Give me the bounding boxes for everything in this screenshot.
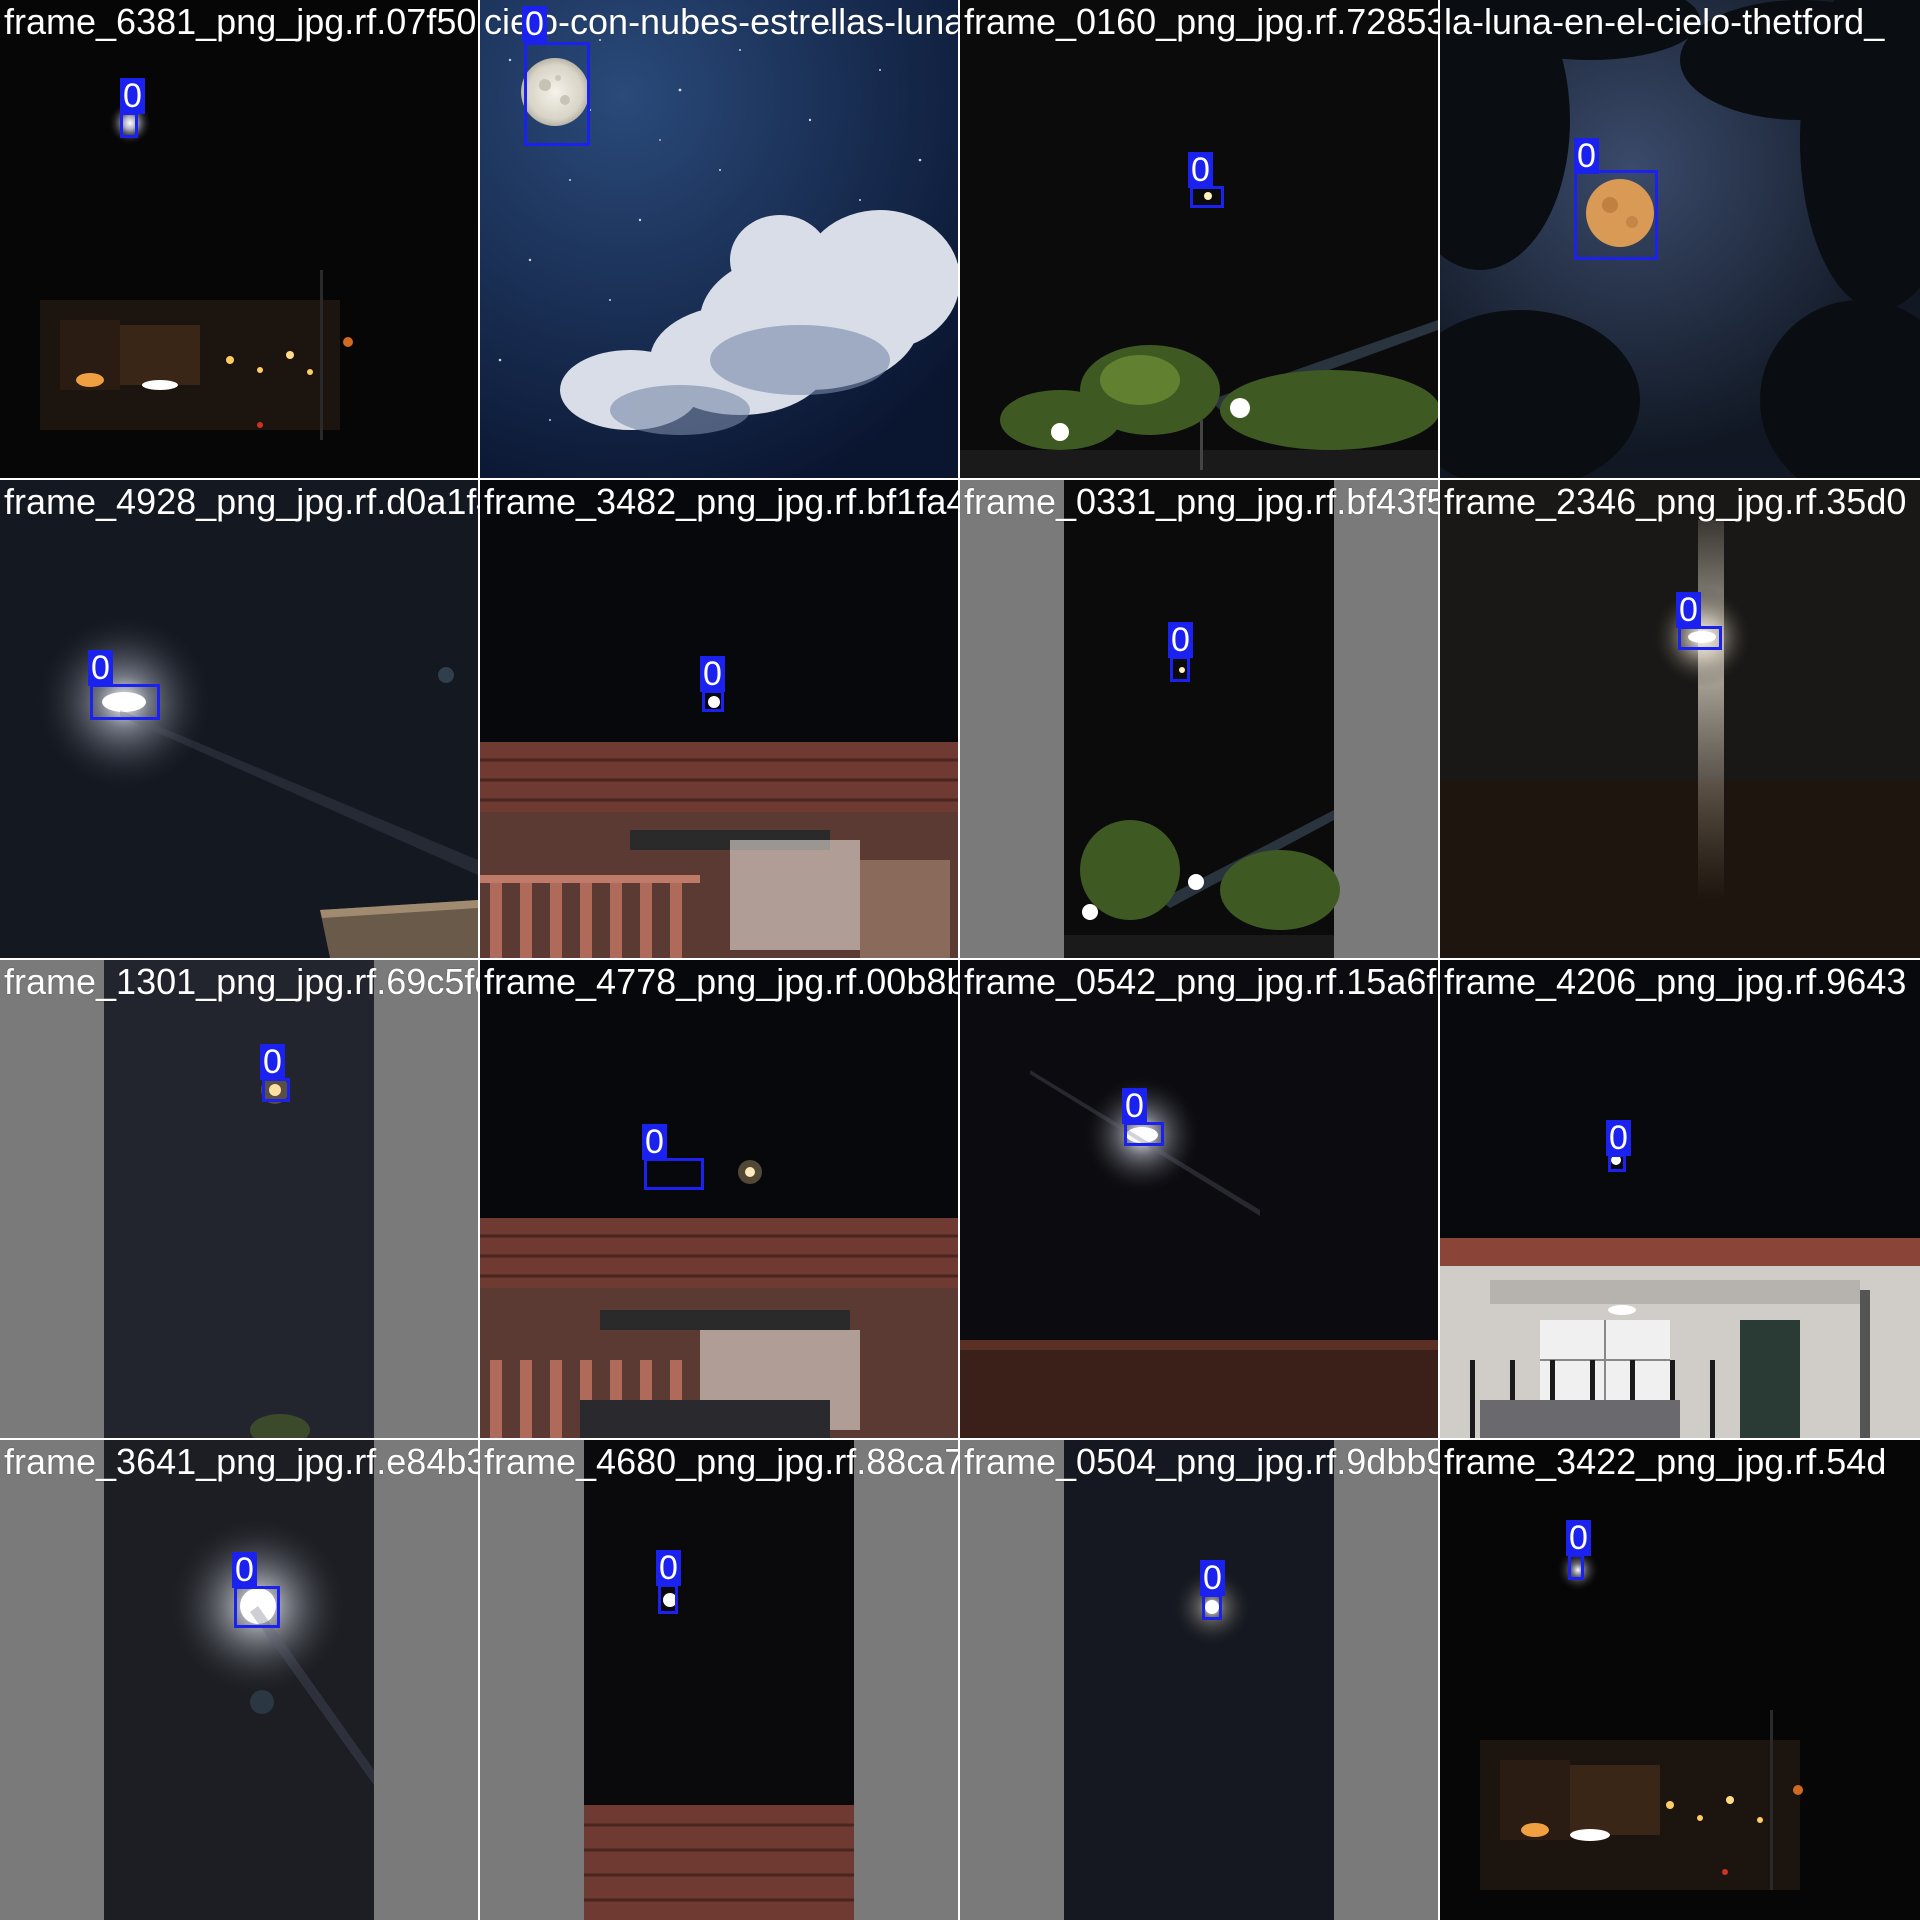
- class-label: 0: [1168, 622, 1193, 658]
- class-label: 0: [1188, 152, 1213, 188]
- scene-dark-pillar-2: [960, 1440, 1438, 1920]
- scene-light-beam: [1440, 480, 1920, 958]
- class-label: 0: [120, 78, 145, 114]
- bounding-box: [1678, 626, 1722, 650]
- tile-2: cielo-con-nubes-estrellas-luna-y-nubes 0: [480, 0, 958, 478]
- bounding-box: [1568, 1554, 1584, 1580]
- tile-1: frame_6381_png_jpg.rf.07f50704f3daf33e52…: [0, 0, 478, 478]
- class-label: 0: [232, 1552, 257, 1588]
- class-label: 0: [1676, 592, 1701, 628]
- tile-7: frame_0331_png_jpg.rf.bf43f5197c2376c896…: [960, 480, 1438, 958]
- scene-park-lights: [960, 0, 1438, 478]
- class-label: 0: [1606, 1120, 1631, 1156]
- class-label: 0: [1122, 1088, 1147, 1124]
- bounding-box: [1124, 1122, 1164, 1146]
- tile-10: frame_4778_png_jpg.rf.00b8b94e045a2dc6e …: [480, 960, 958, 1438]
- tile-4: la-luna-en-el-cielo-thetford_ 0: [1440, 0, 1920, 478]
- bounding-box: [1190, 186, 1224, 208]
- scene-roof-moon: [480, 480, 958, 958]
- bounding-box: [702, 690, 724, 712]
- scene-bright-moon-pillar: [0, 1440, 478, 1920]
- scene-house-facade: [1440, 960, 1920, 1438]
- tile-12: frame_4206_png_jpg.rf.9643 0: [1440, 960, 1920, 1438]
- tile-5: frame_4928_png_jpg.rf.d0a1f40039443322b7…: [0, 480, 478, 958]
- tile-14: frame_4680_png_jpg.rf.88ca74be368d4c36c9…: [480, 1440, 958, 1920]
- bounding-box: [524, 42, 590, 146]
- class-label: 0: [1200, 1560, 1225, 1596]
- class-label: 0: [522, 6, 547, 42]
- bounding-box: [1574, 170, 1658, 260]
- bounding-box: [90, 684, 160, 720]
- tile-3: frame_0160_png_jpg.rf.72853adfaae50a4cc6…: [960, 0, 1438, 478]
- scene-dark-streak: [960, 960, 1438, 1438]
- tile-9: frame_1301_png_jpg.rf.69c5fd39e3b4786a38…: [0, 960, 478, 1438]
- detection-grid: frame_6381_png_jpg.rf.07f50704f3daf33e52…: [0, 0, 1920, 1920]
- bounding-box: [644, 1158, 704, 1190]
- scene-glow-sky: [0, 480, 478, 958]
- scene-roof-pillar: [480, 1440, 958, 1920]
- bounding-box: [1170, 656, 1190, 682]
- scene-park-lights-pillar: [960, 480, 1438, 958]
- tile-6: frame_3482_png_jpg.rf.bf1fa4702c0353555 …: [480, 480, 958, 958]
- bounding-box: [120, 112, 138, 138]
- class-label: 0: [1574, 138, 1599, 174]
- scene-orange-moon-trees: [1440, 0, 1920, 478]
- class-label: 0: [656, 1550, 681, 1586]
- tile-16: frame_3422_png_jpg.rf.54d 0: [1440, 1440, 1920, 1920]
- class-label: 0: [642, 1124, 667, 1160]
- scene-dark-pillar: [0, 960, 478, 1438]
- class-label: 0: [260, 1044, 285, 1080]
- scene-night-street: [0, 0, 478, 478]
- class-label: 0: [700, 656, 725, 692]
- bounding-box: [1202, 1594, 1222, 1620]
- scene-roof-moon-2: [480, 960, 958, 1438]
- tile-15: frame_0504_png_jpg.rf.9dbb98f1384328163e…: [960, 1440, 1438, 1920]
- class-label: 0: [1566, 1520, 1591, 1556]
- bounding-box: [234, 1586, 280, 1628]
- tile-13: frame_3641_png_jpg.rf.e84b3a64714538770 …: [0, 1440, 478, 1920]
- bounding-box: [262, 1078, 290, 1102]
- bounding-box: [658, 1584, 678, 1614]
- tile-11: frame_0542_png_jpg.rf.15a6fbae45256e1269…: [960, 960, 1438, 1438]
- scene-night-street-2: [1440, 1440, 1920, 1920]
- class-label: 0: [88, 650, 113, 686]
- tile-8: frame_2346_png_jpg.rf.35d0 0: [1440, 480, 1920, 958]
